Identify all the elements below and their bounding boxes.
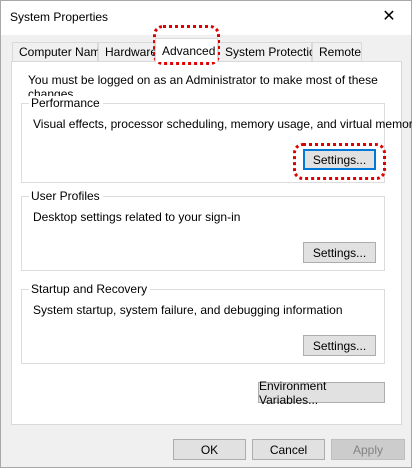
startup-recovery-settings-button[interactable]: Settings... (303, 335, 376, 356)
user-profiles-settings-button[interactable]: Settings... (303, 242, 376, 263)
performance-title: Performance (29, 96, 103, 110)
button-label: Cancel (269, 442, 308, 457)
tab-remote[interactable]: Remote (312, 42, 362, 61)
tab-label: Advanced (162, 44, 216, 58)
button-label: OK (200, 442, 219, 457)
tab-hardware[interactable]: Hardware (98, 42, 158, 61)
close-button[interactable]: ✕ (367, 1, 411, 31)
apply-button[interactable]: Apply (331, 439, 405, 460)
tab-label: System Protection (225, 45, 323, 59)
button-label: Apply (352, 442, 384, 457)
tab-label: Remote (319, 45, 362, 59)
performance-group: Performance Visual effects, processor sc… (21, 96, 412, 183)
tab-label: Hardware (105, 45, 158, 59)
tab-label: Computer Name (19, 45, 108, 59)
close-icon: ✕ (382, 8, 396, 25)
cancel-button[interactable]: Cancel (252, 439, 325, 460)
user-profiles-title: User Profiles (29, 189, 103, 203)
startup-recovery-description: System startup, system failure, and debu… (33, 303, 343, 317)
window-title: System Properties (10, 10, 109, 24)
performance-description: Visual effects, processor scheduling, me… (33, 117, 412, 131)
title-bar: System Properties ✕ (1, 1, 411, 35)
button-label: Settings... (312, 152, 367, 167)
button-label: Settings... (312, 245, 367, 260)
environment-variables-button[interactable]: Environment Variables... (258, 379, 385, 407)
tab-advanced[interactable]: Advanced (155, 38, 218, 62)
button-label: Settings... (312, 338, 367, 353)
system-properties-window: System Properties ✕ Computer Name Hardwa… (0, 0, 412, 468)
tab-system-protection[interactable]: System Protection (218, 42, 322, 61)
startup-recovery-title: Startup and Recovery (29, 282, 151, 296)
performance-settings-button[interactable]: Settings... (303, 149, 376, 170)
tab-computer-name[interactable]: Computer Name (12, 42, 107, 61)
button-label: Environment Variables... (259, 378, 327, 407)
ok-button[interactable]: OK (173, 439, 246, 460)
user-profiles-description: Desktop settings related to your sign-in (33, 210, 241, 224)
